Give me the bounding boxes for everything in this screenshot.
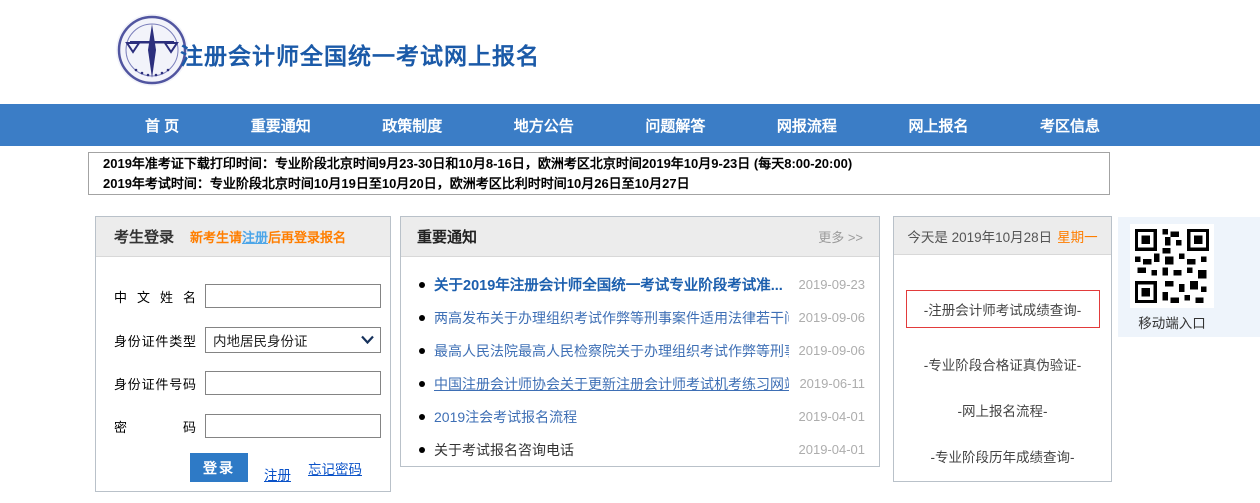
- notice-date: 2019-09-06: [799, 343, 866, 358]
- password-row: 密码: [114, 413, 381, 439]
- history-score-query-link[interactable]: -专业阶段历年成绩查询-: [894, 446, 1111, 466]
- chevron-down-icon: [361, 331, 374, 349]
- exam-time-banner: 2019年准考证下载打印时间：专业阶段北京时间9月23-30日和10月8-16日…: [88, 152, 1110, 195]
- cicpa-logo-icon: [114, 12, 190, 88]
- notices-title: 重要通知: [417, 226, 477, 247]
- id-type-label: 身份证件类型: [114, 331, 196, 350]
- nav-item-policies[interactable]: 政策制度: [382, 115, 442, 136]
- bullet-icon: [419, 447, 425, 453]
- id-number-input[interactable]: [205, 371, 381, 395]
- name-label: 中文姓名: [114, 287, 196, 306]
- notice-link[interactable]: 两高发布关于办理组织考试作弊等刑事案件适用法律若干问题的...: [434, 308, 789, 328]
- weekday: 星期一: [1057, 226, 1098, 246]
- id-number-label: 身份证件号码: [114, 374, 196, 393]
- mobile-entrance-widget: 移动端入口: [1118, 217, 1260, 337]
- name-input[interactable]: [205, 284, 381, 308]
- id-type-value: 内地居民身份证: [213, 330, 308, 350]
- notice-item: 2019注会考试报名流程 2019-04-01: [419, 400, 865, 433]
- notice-date: 2019-09-06: [799, 310, 866, 325]
- login-panel-header: 考生登录 新考生请注册后再登录报名: [96, 217, 390, 257]
- more-link[interactable]: 更多 >>: [818, 227, 863, 246]
- banner-line-1: 2019年准考证下载打印时间：专业阶段北京时间9月23-30日和10月8-16日…: [103, 154, 1095, 174]
- notice-item: 关于考试报名咨询电话 2019-04-01: [419, 433, 865, 466]
- hint-register-link[interactable]: 注册: [242, 230, 268, 245]
- nav-item-local-announcements[interactable]: 地方公告: [514, 115, 574, 136]
- notices-list: 关于2019年注册会计师全国统一考试专业阶段考试准... 2019-09-23 …: [401, 257, 879, 466]
- bullet-icon: [419, 414, 425, 420]
- quick-links-panel: 今天是 2019年10月28日 星期一 -注册会计师考试成绩查询- -专业阶段合…: [893, 216, 1112, 482]
- today-date: 今天是 2019年10月28日: [907, 226, 1052, 246]
- notice-link[interactable]: 关于考试报名咨询电话: [434, 440, 789, 460]
- qr-label: 移动端入口: [1124, 312, 1220, 332]
- register-link[interactable]: 注册: [264, 464, 291, 484]
- password-label: 密码: [114, 417, 196, 436]
- bullet-icon: [419, 315, 425, 321]
- bullet-icon: [419, 348, 425, 354]
- name-row: 中文姓名: [114, 283, 381, 309]
- nav-item-exam-area-info[interactable]: 考区信息: [1040, 115, 1100, 136]
- main-nav: 首 页 重要通知 政策制度 地方公告 问题解答 网报流程 网上报名 考区信息: [0, 104, 1260, 146]
- notice-link[interactable]: 最高人民法院最高人民检察院关于办理组织考试作弊等刑事案件...: [434, 341, 789, 361]
- candidate-login-panel: 考生登录 新考生请注册后再登录报名 中文姓名 身份证件类型 内地居民身份证 身份…: [95, 216, 391, 492]
- notice-date: 2019-06-11: [799, 376, 865, 391]
- forgot-password-link[interactable]: 忘记密码: [308, 458, 362, 478]
- notice-date: 2019-04-01: [799, 442, 866, 457]
- nav-item-online-registration[interactable]: 网上报名: [908, 115, 968, 136]
- score-query-link[interactable]: -注册会计师考试成绩查询-: [906, 290, 1100, 328]
- banner-line-2: 2019年考试时间：专业阶段北京时间10月19日至10月20日，欧洲考区比利时时…: [103, 174, 1095, 194]
- id-type-select[interactable]: 内地居民身份证: [205, 327, 381, 353]
- hint-suffix: 后再登录报名: [268, 230, 346, 245]
- nav-item-registration-process[interactable]: 网报流程: [777, 115, 837, 136]
- notice-item: 中国注册会计师协会关于更新注册会计师考试机考练习网站的公... 2019-06-…: [419, 367, 865, 400]
- notice-item: 两高发布关于办理组织考试作弊等刑事案件适用法律若干问题的... 2019-09-…: [419, 301, 865, 334]
- notice-item: 关于2019年注册会计师全国统一考试专业阶段考试准... 2019-09-23: [419, 268, 865, 301]
- page-title: 注册会计师全国统一考试网上报名: [180, 37, 540, 71]
- bullet-icon: [419, 381, 425, 387]
- nav-item-important-notices[interactable]: 重要通知: [251, 115, 311, 136]
- hint-prefix: 新考生请: [190, 230, 242, 245]
- password-input[interactable]: [205, 414, 381, 438]
- new-candidate-hint: 新考生请注册后再登录报名: [190, 227, 346, 246]
- login-title: 考生登录: [114, 226, 174, 247]
- notice-link[interactable]: 关于2019年注册会计师全国统一考试专业阶段考试准...: [434, 274, 789, 295]
- important-notices-panel: 重要通知 更多 >> 关于2019年注册会计师全国统一考试专业阶段考试准... …: [400, 216, 880, 467]
- notice-link[interactable]: 中国注册会计师协会关于更新注册会计师考试机考练习网站的公...: [434, 374, 789, 394]
- id-type-row: 身份证件类型 内地居民身份证: [114, 327, 381, 353]
- notice-item: 最高人民法院最高人民检察院关于办理组织考试作弊等刑事案件... 2019-09-…: [419, 334, 865, 367]
- notice-link[interactable]: 2019注会考试报名流程: [434, 407, 789, 427]
- notice-date: 2019-04-01: [799, 409, 866, 424]
- registration-process-link[interactable]: -网上报名流程-: [894, 400, 1111, 420]
- nav-item-faq[interactable]: 问题解答: [645, 115, 705, 136]
- notice-date: 2019-09-23: [799, 277, 866, 292]
- notices-panel-header: 重要通知 更多 >>: [401, 217, 879, 257]
- date-header: 今天是 2019年10月28日 星期一: [894, 217, 1111, 255]
- id-number-row: 身份证件号码: [114, 370, 381, 396]
- login-button[interactable]: 登录: [190, 453, 248, 482]
- certificate-verify-link[interactable]: -专业阶段合格证真伪验证-: [894, 354, 1111, 374]
- qr-code: [1130, 224, 1214, 308]
- bullet-icon: [419, 282, 425, 288]
- nav-item-home[interactable]: 首 页: [145, 115, 179, 136]
